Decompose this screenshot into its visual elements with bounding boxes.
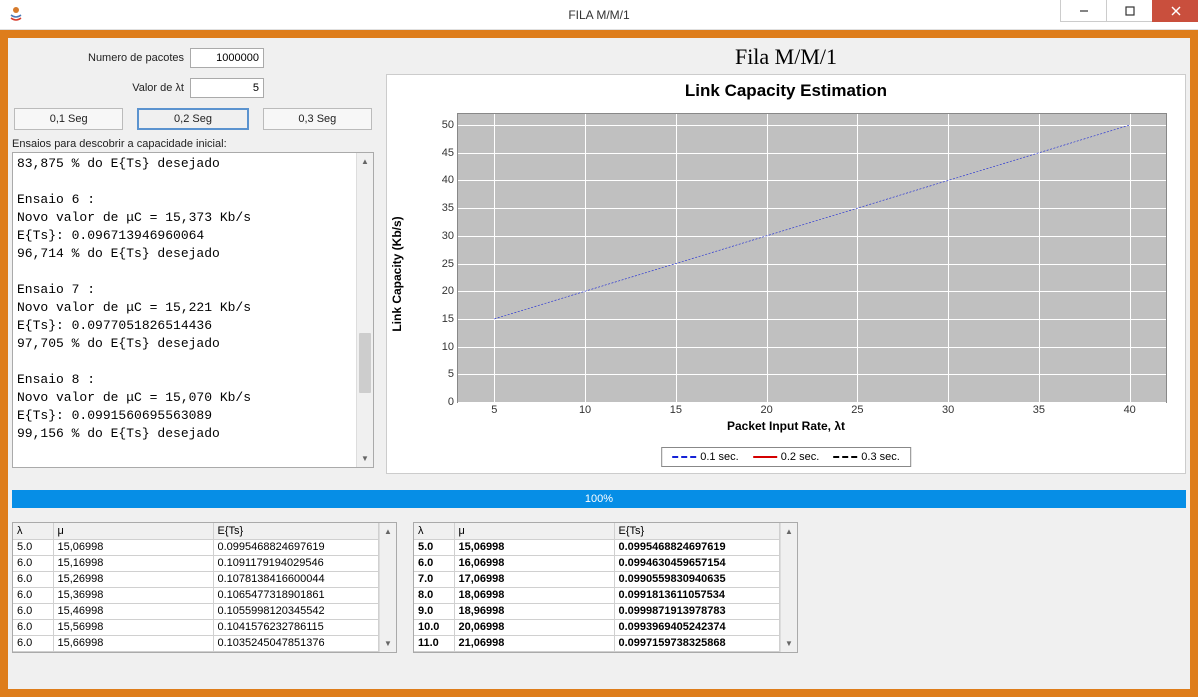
client-area: Numero de pacotes Valor de λt 0,1 Seg 0,… [8,38,1190,689]
y-tick: 10 [442,341,458,353]
table-right-grid[interactable]: λμE{Ts}5.015,069980.09954688246976196.01… [414,523,780,652]
table-row[interactable]: 11.021,069980.0997159738325868 [414,635,780,651]
y-axis-label: Link Capacity (Kb/s) [390,216,404,331]
table-row[interactable]: 8.018,069980.0991813611057534 [414,587,780,603]
x-tick: 35 [1033,402,1045,416]
log-scrollbar[interactable]: ▲ ▼ [356,153,373,467]
y-tick: 40 [442,174,458,186]
x-tick: 40 [1124,402,1136,416]
legend-item: 0.1 sec. [672,451,739,463]
right-pane: Fila M/M/1 Link Capacity Estimation Link… [378,38,1190,478]
table-row[interactable]: 6.015,169980.1091179194029546 [13,555,379,571]
y-tick: 35 [442,202,458,214]
table-row[interactable]: 7.017,069980.0990559830940635 [414,571,780,587]
packets-label: Numero de pacotes [12,52,190,64]
log-label: Ensaios para descobrir a capacidade inic… [12,138,374,150]
lambda-input[interactable] [190,78,264,98]
chart-title: Link Capacity Estimation [387,75,1185,101]
y-tick: 50 [442,119,458,131]
x-tick: 20 [760,402,772,416]
chart-plot-area: 05101520253035404550510152025303540 [457,113,1167,403]
window-controls [1060,0,1198,22]
x-tick: 30 [942,402,954,416]
table-row[interactable]: 6.015,369980.1065477318901861 [13,587,379,603]
scroll-down-icon[interactable]: ▼ [781,635,797,652]
app-window: FILA M/M/1 Numero de pacotes Valor de λt… [0,0,1198,697]
table-left: λμE{Ts}5.015,069980.09954688246976196.01… [12,522,397,653]
x-tick: 5 [491,402,497,416]
button-03seg[interactable]: 0,3 Seg [263,108,372,130]
table-header[interactable]: μ [53,523,213,539]
scroll-up-icon[interactable]: ▲ [380,523,396,540]
page-title: Fila M/M/1 [386,44,1186,70]
scroll-down-icon[interactable]: ▼ [380,635,396,652]
scroll-up-icon[interactable]: ▲ [781,523,797,540]
y-tick: 20 [442,285,458,297]
chart-legend: 0.1 sec. 0.2 sec. 0.3 sec. [661,447,911,467]
table-row[interactable]: 6.015,569980.1041576232786115 [13,619,379,635]
y-tick: 0 [448,396,458,408]
x-axis-label: Packet Input Rate, λt [727,419,845,433]
table-row[interactable]: 6.016,069980.0994630459657154 [414,555,780,571]
java-icon [8,5,24,24]
y-tick: 30 [442,230,458,242]
table-right-scrollbar[interactable]: ▲ ▼ [780,523,797,652]
table-header[interactable]: μ [454,523,614,539]
window-title: FILA M/M/1 [568,8,629,22]
table-right: λμE{Ts}5.015,069980.09954688246976196.01… [413,522,798,653]
chart: Link Capacity Estimation Link Capacity (… [386,74,1186,474]
y-tick: 25 [442,258,458,270]
button-01seg[interactable]: 0,1 Seg [14,108,123,130]
table-row[interactable]: 6.015,669980.1035245047851376 [13,635,379,651]
table-row[interactable]: 6.015,469980.1055998120345542 [13,603,379,619]
titlebar: FILA M/M/1 [0,0,1198,30]
x-tick: 15 [670,402,682,416]
table-row[interactable]: 6.015,269980.1078138416600044 [13,571,379,587]
packets-input[interactable] [190,48,264,68]
left-pane: Numero de pacotes Valor de λt 0,1 Seg 0,… [8,38,378,478]
progress-bar: 100% [12,490,1186,508]
table-row[interactable]: 5.015,069980.0995468824697619 [414,539,780,555]
minimize-button[interactable] [1060,0,1106,22]
scroll-up-icon[interactable]: ▲ [357,153,373,170]
table-row[interactable]: 10.020,069980.0993969405242374 [414,619,780,635]
y-tick: 15 [442,313,458,325]
log-textarea[interactable]: 83,875 % do E{Ts} desejado Ensaio 6 : No… [13,153,356,467]
table-header[interactable]: λ [13,523,53,539]
table-header[interactable]: E{Ts} [614,523,780,539]
x-tick: 25 [851,402,863,416]
table-left-grid[interactable]: λμE{Ts}5.015,069980.09954688246976196.01… [13,523,379,652]
legend-item: 0.3 sec. [833,451,900,463]
log-box: 83,875 % do E{Ts} desejado Ensaio 6 : No… [12,152,374,468]
scroll-down-icon[interactable]: ▼ [357,450,373,467]
button-02seg[interactable]: 0,2 Seg [137,108,248,130]
scroll-thumb[interactable] [359,333,371,393]
maximize-button[interactable] [1106,0,1152,22]
table-left-scrollbar[interactable]: ▲ ▼ [379,523,396,652]
y-tick: 5 [448,368,458,380]
y-tick: 45 [442,147,458,159]
close-button[interactable] [1152,0,1198,22]
table-header[interactable]: E{Ts} [213,523,379,539]
table-row[interactable]: 5.015,069980.0995468824697619 [13,539,379,555]
table-row[interactable]: 9.018,969980.0999871913978783 [414,603,780,619]
x-tick: 10 [579,402,591,416]
lambda-label: Valor de λt [12,82,190,94]
progress-text: 100% [585,493,613,505]
legend-item: 0.2 sec. [753,451,820,463]
table-header[interactable]: λ [414,523,454,539]
